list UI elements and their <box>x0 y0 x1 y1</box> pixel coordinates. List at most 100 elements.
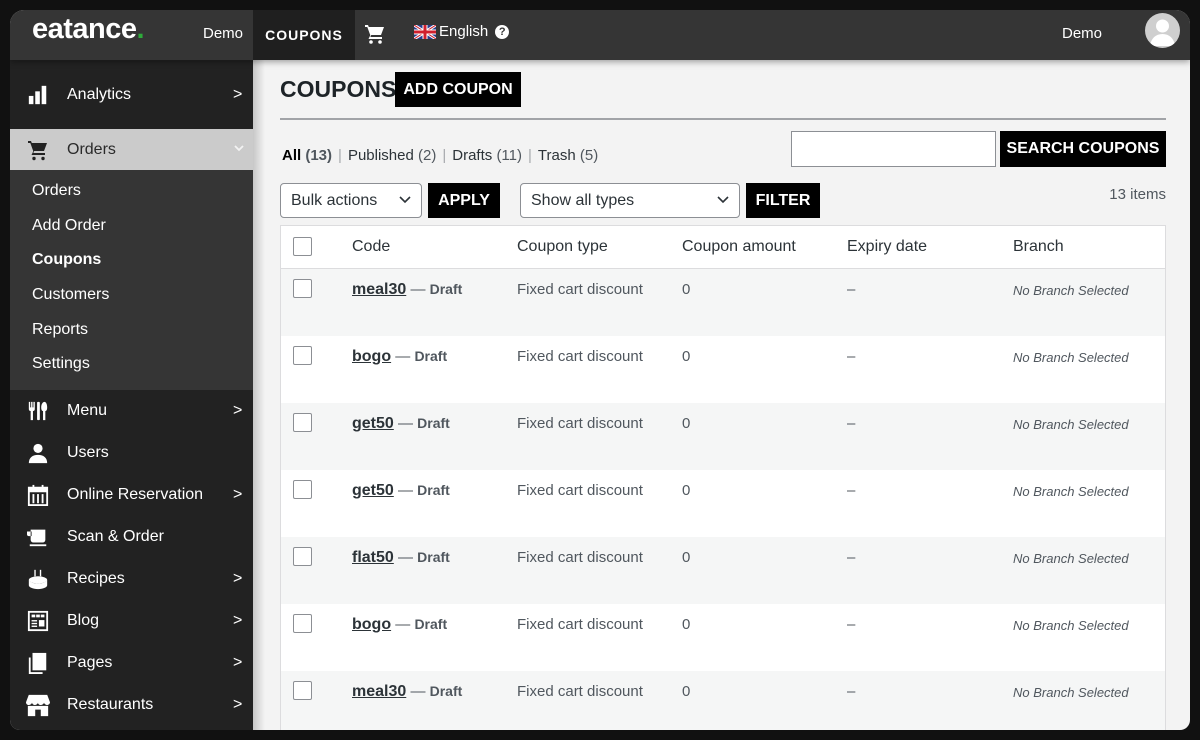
status-label: Draft <box>429 281 463 297</box>
row-checkbox[interactable] <box>293 547 312 566</box>
table-row: get50 — Draft Fixed cart discount 0 – No… <box>281 470 1165 537</box>
chevron-right-icon: > <box>233 401 243 419</box>
dash: — <box>410 683 426 700</box>
sidebar-item-restaurants[interactable]: Restaurants > <box>10 684 253 726</box>
filter-count: (5) <box>579 147 599 164</box>
coupon-code-link[interactable]: meal30 <box>352 281 406 298</box>
coupon-code-link[interactable]: get50 <box>352 482 394 499</box>
coupon-amount-cell: 0 <box>682 549 691 566</box>
cart-icon[interactable] <box>363 22 387 46</box>
coupon-code-link[interactable]: bogo <box>352 616 391 633</box>
sidebar-item-users[interactable]: Users <box>10 432 253 474</box>
branch-cell: No Branch Selected <box>1013 551 1129 566</box>
dash: — <box>397 482 413 499</box>
coupon-type-select[interactable]: Show all types <box>520 183 740 218</box>
sidebar-item-analytics[interactable]: Analytics > <box>10 60 253 129</box>
submenu-item-customers[interactable]: Customers <box>10 278 253 313</box>
expiry-date-cell: – <box>847 616 856 633</box>
sidebar-item-menu[interactable]: Menu > <box>10 390 253 432</box>
code-cell: flat50 — Draft <box>352 549 450 567</box>
sidebar-item-label: Scan & Order <box>67 527 164 545</box>
row-checkbox[interactable] <box>293 614 312 633</box>
sidebar-item-orders[interactable]: Orders <box>10 129 253 170</box>
coupon-amount-cell: 0 <box>682 348 691 365</box>
filter-all[interactable]: All (13) <box>282 147 332 164</box>
help-icon[interactable]: ? <box>495 24 510 39</box>
coupon-code-link[interactable]: bogo <box>352 348 391 365</box>
utensils-icon <box>26 399 50 423</box>
bulk-actions-select[interactable]: Bulk actions <box>280 183 422 218</box>
column-header-branch: Branch <box>1013 238 1064 255</box>
coupon-code-link[interactable]: meal30 <box>352 683 406 700</box>
user-name[interactable]: Demo <box>1062 25 1102 42</box>
chevron-down-icon <box>717 196 729 204</box>
top-tab-coupons[interactable]: COUPONS <box>253 10 355 60</box>
sidebar-item-label: Restaurants <box>67 695 154 713</box>
search-input[interactable] <box>791 131 996 167</box>
table-row: bogo — Draft Fixed cart discount 0 – No … <box>281 604 1165 671</box>
row-checkbox[interactable] <box>293 413 312 432</box>
coupon-type-cell: Fixed cart discount <box>517 482 643 499</box>
dash: — <box>397 415 413 432</box>
sidebar: Analytics > Orders Orders Add Order Coup… <box>10 60 253 730</box>
site-name-link[interactable]: Demo <box>203 25 243 42</box>
apply-button[interactable]: APPLY <box>428 183 500 218</box>
select-all-checkbox[interactable] <box>293 237 312 256</box>
logo[interactable]: eatance. <box>32 13 145 46</box>
branch-cell: No Branch Selected <box>1013 417 1129 432</box>
submenu-item-add-order[interactable]: Add Order <box>10 209 253 244</box>
coupon-type-cell: Fixed cart discount <box>517 549 643 566</box>
coupon-code-link[interactable]: flat50 <box>352 549 394 566</box>
filter-label: All <box>282 147 302 164</box>
branch-cell: No Branch Selected <box>1013 618 1129 633</box>
branch-cell: No Branch Selected <box>1013 484 1129 499</box>
add-coupon-button[interactable]: ADD COUPON <box>395 72 521 107</box>
sidebar-item-label: Recipes <box>67 569 125 587</box>
app-window: eatance. Demo COUPONS English ? Demo Ana… <box>10 10 1190 730</box>
filter-label: Drafts <box>452 147 493 164</box>
coupon-amount-cell: 0 <box>682 281 691 298</box>
expiry-date-cell: – <box>847 683 856 700</box>
status-label: Draft <box>414 348 448 364</box>
row-checkbox[interactable] <box>293 480 312 499</box>
language-selector[interactable]: English ? <box>414 23 510 40</box>
table-row: bogo — Draft Fixed cart discount 0 – No … <box>281 336 1165 403</box>
separator: | <box>338 147 342 164</box>
user-avatar-icon[interactable] <box>1145 13 1180 48</box>
column-header-expiry[interactable]: Expiry date <box>847 238 927 256</box>
chevron-down-icon <box>399 196 411 204</box>
filter-count: (11) <box>496 147 522 164</box>
filter-published[interactable]: Published (2) <box>348 147 436 164</box>
column-header-code[interactable]: Code <box>352 238 390 256</box>
sidebar-item-online-reservation[interactable]: Online Reservation > <box>10 474 253 516</box>
sidebar-item-blog[interactable]: Blog > <box>10 600 253 642</box>
search-coupons-button[interactable]: SEARCH COUPONS <box>1000 131 1166 167</box>
filter-trash[interactable]: Trash (5) <box>538 147 598 164</box>
submenu-item-reports[interactable]: Reports <box>10 312 253 347</box>
filter-count: (2) <box>418 147 437 164</box>
filter-button[interactable]: FILTER <box>746 183 820 218</box>
sidebar-item-pages[interactable]: Pages > <box>10 642 253 684</box>
coupon-code-link[interactable]: get50 <box>352 415 394 432</box>
sidebar-item-scan-order[interactable]: Scan & Order <box>10 516 253 558</box>
table-row: meal30 — Draft Fixed cart discount 0 – N… <box>281 671 1165 730</box>
sidebar-item-recipes[interactable]: Recipes > <box>10 558 253 600</box>
row-checkbox[interactable] <box>293 279 312 298</box>
filter-label: Published <box>347 147 414 164</box>
filter-label: Trash <box>537 147 576 164</box>
orders-submenu: Orders Add Order Coupons Customers Repor… <box>10 170 253 390</box>
logo-dot: . <box>136 13 145 45</box>
branch-cell: No Branch Selected <box>1013 350 1129 365</box>
submenu-item-orders[interactable]: Orders <box>10 174 253 209</box>
dash: — <box>410 281 426 298</box>
submenu-item-settings[interactable]: Settings <box>10 347 253 382</box>
filter-drafts[interactable]: Drafts (11) <box>452 147 522 164</box>
row-checkbox[interactable] <box>293 681 312 700</box>
user-icon <box>26 441 50 465</box>
page-title: COUPONS <box>280 76 397 102</box>
row-checkbox[interactable] <box>293 346 312 365</box>
expiry-date-cell: – <box>847 281 856 298</box>
dash: — <box>395 616 411 633</box>
submenu-item-coupons[interactable]: Coupons <box>10 243 253 278</box>
status-label: Draft <box>417 415 450 431</box>
